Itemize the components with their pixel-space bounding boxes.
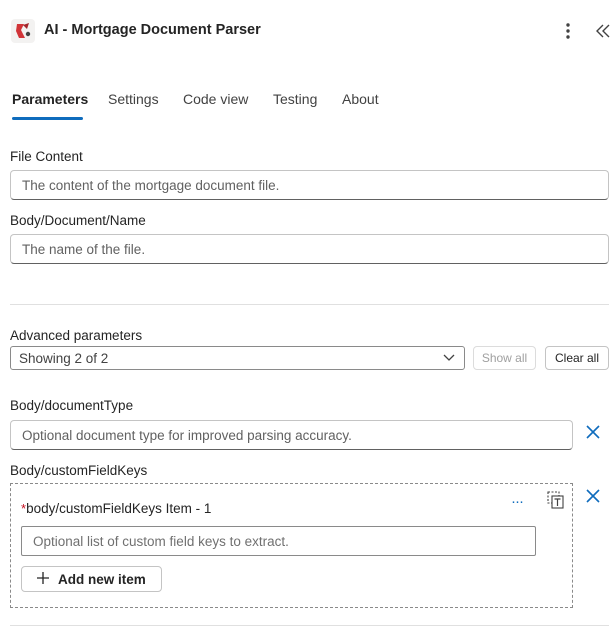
tab-about[interactable]: About xyxy=(342,91,379,107)
tab-parameters[interactable]: Parameters xyxy=(12,91,88,107)
more-options-icon[interactable] xyxy=(558,20,578,42)
custom-field-item-label-text: body/customFieldKeys Item - 1 xyxy=(26,501,212,516)
section-divider xyxy=(10,304,609,305)
clear-all-button[interactable]: Clear all xyxy=(545,346,609,370)
tab-settings[interactable]: Settings xyxy=(108,91,159,107)
document-name-label: Body/Document/Name xyxy=(10,213,146,228)
advanced-parameters-label: Advanced parameters xyxy=(10,328,143,343)
collapse-panel-icon[interactable] xyxy=(594,22,612,40)
bottom-divider xyxy=(10,625,609,626)
remove-document-type-icon[interactable] xyxy=(583,422,603,442)
file-content-input[interactable]: The content of the mortgage document fil… xyxy=(10,170,609,200)
add-new-item-button[interactable]: Add new item xyxy=(21,566,162,592)
remove-custom-field-keys-icon[interactable] xyxy=(583,486,603,506)
custom-field-keys-label: Body/customFieldKeys xyxy=(10,463,148,478)
custom-field-item-input[interactable]: Optional list of custom field keys to ex… xyxy=(21,526,536,556)
custom-field-item-label: *body/customFieldKeys Item - 1 xyxy=(21,501,211,516)
page-title: AI - Mortgage Document Parser xyxy=(44,22,261,38)
show-all-button[interactable]: Show all xyxy=(473,346,536,370)
switch-to-text-mode-icon[interactable] xyxy=(546,490,566,510)
file-content-label: File Content xyxy=(10,149,83,164)
document-type-label: Body/documentType xyxy=(10,398,134,413)
document-name-input[interactable]: The name of the file. xyxy=(10,234,609,264)
add-new-item-label: Add new item xyxy=(58,571,146,587)
item-more-options-icon[interactable]: ··· xyxy=(511,493,524,510)
active-tab-indicator xyxy=(12,117,83,120)
advanced-select-value: Showing 2 of 2 xyxy=(19,350,109,366)
advanced-parameters-select[interactable]: Showing 2 of 2 xyxy=(10,346,465,370)
chevron-down-icon xyxy=(442,350,456,367)
app-logo-icon xyxy=(11,19,35,43)
tab-code-view[interactable]: Code view xyxy=(183,91,248,107)
tab-testing[interactable]: Testing xyxy=(273,91,317,107)
plus-icon xyxy=(36,571,50,588)
document-type-input[interactable]: Optional document type for improved pars… xyxy=(10,420,573,450)
